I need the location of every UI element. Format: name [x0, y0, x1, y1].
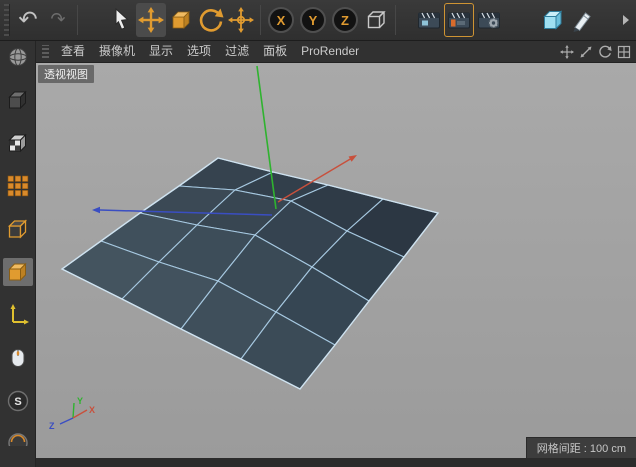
toolbar-handle[interactable]: [4, 4, 10, 36]
menu-filter[interactable]: 过滤: [218, 41, 256, 62]
enable-axis-button[interactable]: [3, 301, 33, 329]
axis-x-label: X: [89, 405, 95, 415]
make-editable-button[interactable]: [3, 43, 33, 71]
cube-primitive-icon: [543, 10, 563, 30]
lock-x-label: X: [276, 12, 286, 28]
snap-icon: S: [7, 390, 28, 412]
menu-display[interactable]: 显示: [142, 41, 180, 62]
model-mode-icon: [7, 90, 27, 110]
render-picture-viewer-button[interactable]: [444, 3, 474, 37]
snap-toggle-button[interactable]: S: [3, 387, 33, 415]
undo-button[interactable]: ↶: [13, 3, 43, 37]
scene-canvas[interactable]: Y X Z: [36, 63, 636, 458]
more-tools-icon: [7, 433, 28, 446]
menu-prorender[interactable]: ProRender: [294, 41, 366, 62]
coordinate-system-button[interactable]: [361, 3, 391, 37]
scale-tool-button[interactable]: [166, 3, 196, 37]
redo-icon: ↷: [50, 9, 66, 30]
menu-options[interactable]: 选项: [180, 41, 218, 62]
viewport-title[interactable]: 透视视图: [38, 65, 94, 83]
pen-icon: [573, 12, 591, 32]
gizmo-axis-x-arrow[interactable]: [348, 155, 357, 162]
live-selection-button[interactable]: [106, 3, 136, 37]
menubar-handle[interactable]: [42, 45, 49, 58]
render-picture-viewer-icon: [448, 12, 470, 29]
pan-view-icon: [559, 44, 574, 59]
edges-mode-button[interactable]: [3, 215, 33, 243]
enable-axis-icon: [10, 304, 29, 325]
more-tools-button[interactable]: [3, 430, 33, 446]
rotate-view-icon: [598, 45, 612, 58]
render-view-icon: [418, 12, 440, 29]
mouse-icon: [11, 349, 24, 367]
edges-mode-icon: [7, 219, 27, 239]
axis-y-label: Y: [77, 396, 83, 406]
polygons-mode-icon: [7, 262, 27, 282]
coordinate-cube-icon: [367, 11, 386, 29]
toggle-views-icon: [617, 45, 630, 58]
zoom-view-button[interactable]: [577, 43, 594, 60]
gizmo-axis-z-arrow[interactable]: [92, 206, 100, 214]
make-editable-icon: [8, 48, 27, 66]
texture-mode-button[interactable]: [3, 129, 33, 157]
mode-sidebar: S: [0, 41, 36, 467]
toolbar-separator: [395, 5, 396, 35]
scale-icon: [172, 11, 190, 29]
render-settings-button[interactable]: [474, 3, 504, 37]
menu-view[interactable]: 查看: [54, 41, 92, 62]
rotate-view-button[interactable]: [596, 43, 613, 60]
last-used-tool-button[interactable]: [226, 3, 256, 37]
menu-panel[interactable]: 面板: [256, 41, 294, 62]
lock-x-button[interactable]: X: [268, 7, 294, 33]
lock-y-label: Y: [308, 12, 318, 28]
grid-spacing-status: 网格间距 : 100 cm: [525, 437, 636, 458]
redo-button[interactable]: ↷: [43, 3, 73, 37]
app-window: ↶ ↷ X Y Z 查看 摄像机 显示 选项 过滤 面板 ProRender S…: [0, 0, 636, 467]
toolbar-separator: [260, 5, 261, 35]
texture-mode-icon: [7, 133, 27, 153]
rotate-tool-button[interactable]: [196, 3, 226, 37]
window-bottom-edge: [36, 458, 636, 467]
plane-object[interactable]: [61, 157, 439, 390]
move-tool-button[interactable]: [136, 3, 166, 37]
lock-z-button[interactable]: Z: [332, 7, 358, 33]
snap-letter: S: [14, 396, 21, 408]
axis-z-label: Z: [49, 421, 55, 431]
world-axis-indicator: Y X Z: [49, 396, 95, 431]
viewport-solo-button[interactable]: [3, 344, 33, 372]
toolbar-separator: [77, 5, 78, 35]
menu-cameras[interactable]: 摄像机: [92, 41, 142, 62]
model-mode-button[interactable]: [3, 86, 33, 114]
viewport-menubar: 查看 摄像机 显示 选项 过滤 面板 ProRender: [36, 41, 636, 63]
lock-y-button[interactable]: Y: [300, 7, 326, 33]
sketch-pen-button[interactable]: [568, 3, 598, 37]
selection-arrow-icon: [115, 7, 129, 30]
undo-icon: ↶: [18, 6, 38, 33]
points-mode-icon: [7, 175, 28, 197]
add-cube-button[interactable]: [538, 3, 568, 37]
polygons-mode-button[interactable]: [2, 258, 33, 286]
toolbar-overflow-icon[interactable]: [623, 15, 629, 25]
move-icon: [138, 7, 164, 33]
top-toolbar: ↶ ↷ X Y Z: [0, 0, 636, 41]
last-tool-icon: [228, 7, 254, 33]
perspective-viewport[interactable]: Y X Z 透视视图 网格间距 : 100 cm: [36, 63, 636, 458]
pan-view-button[interactable]: [558, 43, 575, 60]
rotate-icon: [199, 8, 224, 32]
render-settings-icon: [478, 12, 500, 29]
zoom-view-icon: [580, 46, 591, 57]
toggle-views-button[interactable]: [615, 43, 632, 60]
render-view-button[interactable]: [414, 3, 444, 37]
points-mode-button[interactable]: [3, 172, 33, 200]
lock-z-label: Z: [341, 12, 349, 28]
